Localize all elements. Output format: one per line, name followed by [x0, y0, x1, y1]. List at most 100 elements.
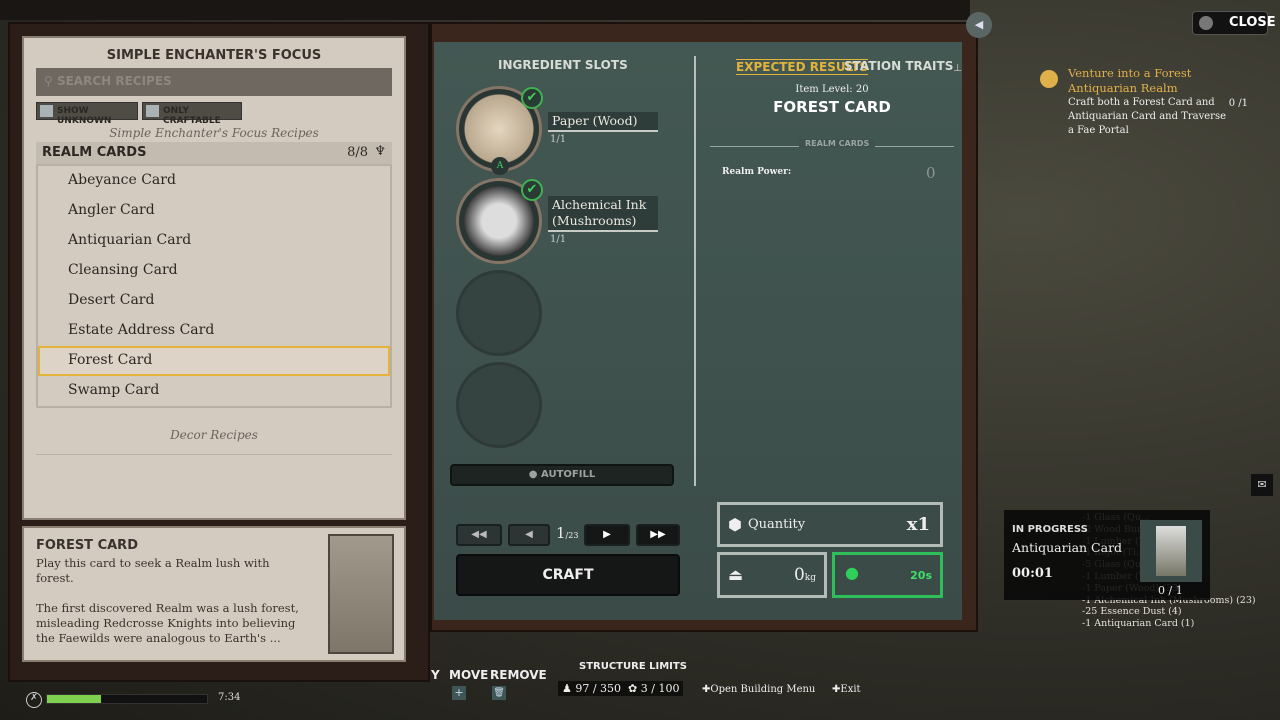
quest-tracker: Venture into a Forest Antiquarian Realm …	[1040, 66, 1248, 138]
autofill-button[interactable]: ● AUTOFILL	[450, 464, 674, 486]
weight-unit: kg	[804, 573, 816, 583]
check-icon: ✔	[521, 179, 543, 201]
action-y[interactable]: Y	[431, 668, 440, 682]
mail-icon[interactable]: ✉	[1251, 474, 1273, 496]
last-page-button[interactable]: ▶▶	[636, 524, 680, 546]
collapse-icon: ♆	[374, 144, 386, 159]
quest-description: Craft both a Forest Card and Antiquarian…	[1068, 97, 1227, 136]
in-progress-label: IN PROGRESS	[1012, 524, 1088, 535]
limit-structures: 97 / 350	[575, 682, 622, 695]
move-icon: +	[452, 686, 466, 700]
structure-limits: ♟ 97 / 350 ✿ 3 / 100	[558, 681, 684, 696]
move-action[interactable]: MOVE	[449, 668, 488, 682]
search-placeholder: SEARCH RECIPES	[56, 74, 172, 88]
top-frame	[0, 0, 970, 20]
check-icon: ✔	[521, 87, 543, 109]
close-label: CLOSE	[1229, 15, 1276, 30]
open-building-menu[interactable]: ✚Open Building Menu	[702, 684, 815, 695]
clock: 7:34	[218, 692, 241, 703]
cube-icon: ⬢	[728, 515, 742, 534]
autofill-label: AUTOFILL	[541, 469, 596, 480]
quantity-label: Quantity	[748, 517, 806, 532]
button-icon	[1199, 16, 1213, 30]
in-progress-timer: 00:01	[1012, 566, 1053, 581]
pin-icon[interactable]: ⊥	[953, 63, 962, 74]
search-icon: ⚲	[44, 74, 57, 88]
tab-station-traits[interactable]: STATION TRAITS	[844, 59, 953, 73]
recipe-item[interactable]: Estate Address Card	[38, 316, 390, 346]
craft-label: CRAFT	[542, 567, 594, 583]
quest-progress: 0 /1	[1228, 98, 1248, 109]
first-page-button[interactable]: ◀◀	[456, 524, 502, 546]
realm-power-label: Realm Power:	[722, 167, 792, 177]
page-indicator: 1/23	[556, 524, 578, 542]
section-title: Simple Enchanter's Focus Recipes	[109, 126, 319, 140]
page-current: 1	[556, 524, 566, 542]
quantity-value: x1	[906, 514, 930, 535]
empty-ingredient-slot[interactable]	[456, 362, 542, 448]
player-icon: ✗	[26, 692, 42, 708]
exit-label: Exit	[840, 684, 861, 695]
timer-icon: ●	[845, 563, 859, 582]
quest-title: Venture into a Forest Antiquarian Realm	[1068, 66, 1192, 95]
trash-icon: 🗑	[492, 686, 506, 700]
page-total: /23	[565, 531, 579, 540]
realm-cards-section-label: REALM CARDS	[799, 139, 876, 148]
in-progress-panel: IN PROGRESS Antiquarian Card 00:01 0 / 1	[1004, 510, 1210, 600]
divider	[36, 454, 392, 455]
in-progress-item: Antiquarian Card	[1012, 540, 1123, 555]
notification: -1 Antiquarian Card (1)	[1082, 618, 1195, 630]
category-name: REALM CARDS	[42, 145, 147, 160]
recipe-item-selected[interactable]: Forest Card	[38, 346, 390, 376]
search-input[interactable]: ⚲ SEARCH RECIPES	[36, 68, 392, 96]
recipe-item[interactable]: Cleansing Card	[38, 256, 390, 286]
open-menu-label: Open Building Menu	[710, 684, 816, 695]
ingredient-name: Alchemical Ink (Mushrooms)	[548, 196, 658, 232]
in-progress-count: 0 / 1	[1158, 584, 1183, 597]
ingredient-name: Paper (Wood)	[548, 112, 658, 132]
collapse-button[interactable]: ◀	[966, 12, 992, 38]
result-item-name: FOREST CARD	[773, 98, 891, 116]
description-line: Play this card to seek a Realm lush with…	[36, 556, 270, 585]
recipe-item[interactable]: Antiquarian Card	[38, 226, 390, 256]
ingredient-slot-ink[interactable]: ✔	[456, 178, 543, 264]
recipe-book-title: SIMPLE ENCHANTER'S FOCUS	[106, 48, 322, 63]
description-panel: FOREST CARD Play this card to seek a Rea…	[22, 526, 406, 662]
craft-time-display: ● 20s	[832, 552, 943, 598]
recipe-book: SIMPLE ENCHANTER'S FOCUS ⚲ SEARCH RECIPE…	[22, 36, 406, 520]
recipe-item[interactable]: Angler Card	[38, 196, 390, 226]
only-craftable-checkbox[interactable]: ONLY CRAFTABLE	[142, 102, 242, 126]
craft-button[interactable]: CRAFT	[456, 554, 680, 596]
forest-card-image	[328, 534, 394, 654]
description-text: Play this card to seek a Realm lush with…	[36, 556, 306, 646]
quantity-field[interactable]: ⬢ Quantity x1	[717, 502, 943, 547]
show-unknown-checkbox[interactable]: SHOW UNKNOWN	[36, 102, 138, 126]
decor-recipes-section[interactable]: Decor Recipes	[24, 428, 404, 442]
close-button[interactable]: CLOSE	[1192, 11, 1276, 35]
antiquarian-card-image	[1140, 520, 1202, 582]
weight-value: 0	[793, 565, 805, 585]
weight-text: 0kg	[794, 565, 816, 585]
empty-ingredient-slot[interactable]	[456, 270, 542, 356]
quest-icon	[1040, 70, 1058, 88]
weight-icon: ⏏	[728, 565, 744, 584]
category-realm-cards[interactable]: REALM CARDS 8/8 ♆	[36, 142, 392, 164]
notification: -25 Essence Dust (4)	[1082, 606, 1182, 618]
description-title: FOREST CARD	[36, 538, 138, 553]
remove-action[interactable]: REMOVE	[490, 668, 547, 682]
ingredient-qty: 1/1	[550, 134, 567, 145]
prev-page-button[interactable]: ◀	[508, 524, 550, 546]
ingredient-qty: 1/1	[550, 234, 567, 245]
recipe-item[interactable]: Swamp Card	[38, 376, 390, 406]
exit-button[interactable]: ✚Exit	[832, 684, 861, 695]
item-level: Item Level: 20	[795, 84, 869, 95]
ingredient-slot-paper[interactable]: ✔ A	[456, 86, 543, 175]
next-page-button[interactable]: ▶	[584, 524, 630, 546]
stamina-bar	[46, 694, 208, 704]
ingredient-slots-header: INGREDIENT SLOTS	[498, 58, 628, 72]
realm-power-value: 0	[926, 164, 936, 182]
recipe-item[interactable]: Abeyance Card	[38, 166, 390, 196]
recipe-item[interactable]: Desert Card	[38, 286, 390, 316]
divider	[694, 56, 696, 486]
limit-special: 3 / 100	[640, 682, 680, 695]
